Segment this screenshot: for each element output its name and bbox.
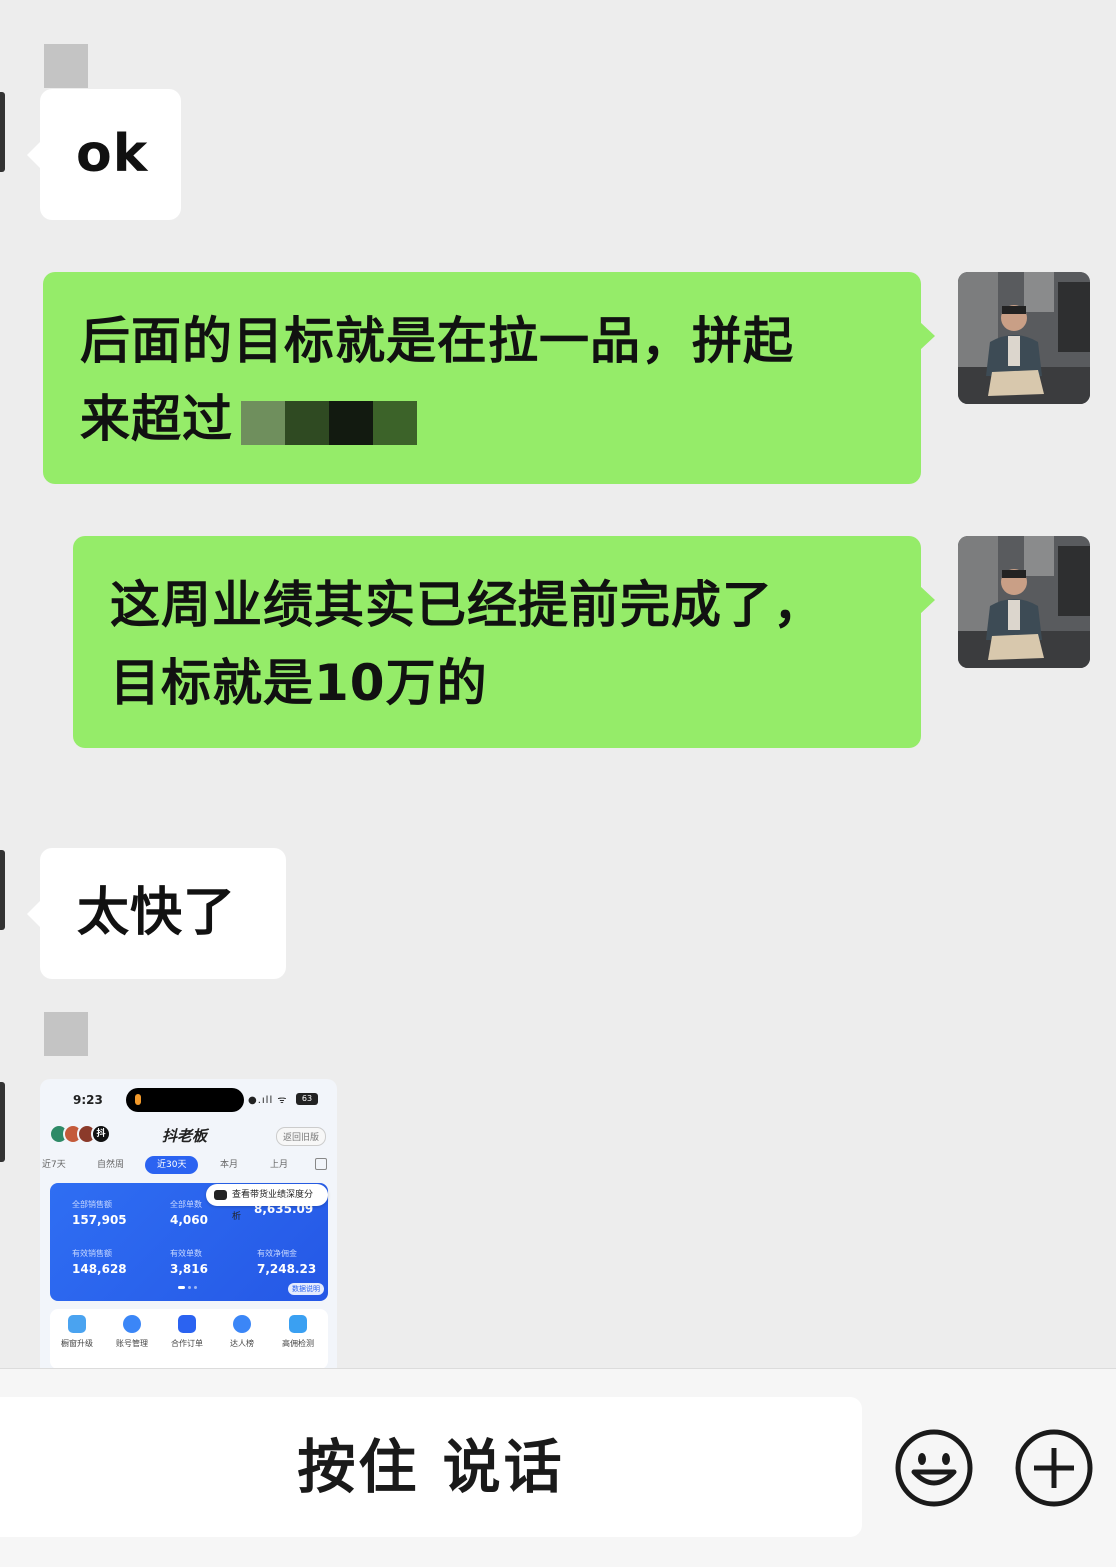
message-text: ok (76, 124, 149, 184)
sender-name-redacted (44, 1012, 88, 1056)
chat-area[interactable]: ok 后面的目标就是在拉一品，拼起 来超过 这周业绩其实已经提前完成了， 目标就… (0, 0, 1116, 1368)
action-cooperation-orders[interactable]: 合作订单 (161, 1315, 213, 1349)
message-bubble-outgoing[interactable]: 这周业绩其实已经提前完成了， 目标就是10万的 (73, 536, 935, 748)
page-indicator (178, 1274, 200, 1293)
message-text-line: 目标就是10万的 (110, 654, 488, 712)
status-time: 9:23 (73, 1093, 103, 1107)
quick-actions: 橱窗升级 账号管理 合作订单 达人榜 高佣检测 (50, 1309, 328, 1368)
tab-this-month[interactable]: 本月 (220, 1156, 238, 1174)
redacted-mosaic (241, 400, 417, 445)
sender-name-redacted (44, 44, 88, 88)
action-showcase-upgrade[interactable]: 橱窗升级 (51, 1315, 103, 1349)
message-text: 太快了 (77, 883, 237, 943)
metric-valid-commission: 有效净佣金 7,248.23 (257, 1248, 316, 1276)
sales-summary-card: 全部销售额 157,905 全部单数 4,060 8,635.09 有效销售额 … (50, 1183, 328, 1301)
analysis-tip[interactable]: 查看带货业绩深度分析 (206, 1184, 328, 1222)
app-header: 抖 抖老板 返回旧版 (40, 1121, 337, 1151)
metric-label: 全部单数 (170, 1200, 202, 1209)
metric-valid-sales: 有效销售额 148,628 (72, 1248, 127, 1276)
metric-value: 4,060 (170, 1213, 208, 1227)
shared-image-message[interactable]: 9:23 ●.ıll ᯤ 63 抖 抖老板 返回旧版 近7天 自然周 近30天 … (40, 1079, 337, 1368)
shield-check-icon (289, 1315, 307, 1333)
tab-last-month[interactable]: 上月 (270, 1156, 288, 1174)
dynamic-island (126, 1088, 244, 1112)
input-bar: 按住 说话 (0, 1368, 1116, 1567)
avatar[interactable] (958, 536, 1090, 668)
message-bubble-incoming[interactable]: ok (27, 89, 181, 220)
incoming-avatar-edge[interactable] (0, 850, 5, 930)
action-label: 达人榜 (230, 1339, 254, 1348)
data-note-button[interactable]: 数据说明 (288, 1283, 324, 1295)
metric-total-sales: 全部销售额 157,905 (72, 1199, 127, 1227)
douyin-logo-icon: 抖 (91, 1124, 111, 1144)
old-version-button[interactable]: 返回旧版 (276, 1127, 327, 1146)
metric-label: 有效净佣金 (257, 1249, 297, 1258)
showcase-icon (68, 1315, 86, 1333)
medal-icon (233, 1315, 251, 1333)
action-label: 账号管理 (116, 1339, 148, 1348)
metric-value: 148,628 (72, 1262, 127, 1276)
message-text-line: 这周业绩其实已经提前完成了， (110, 576, 824, 634)
message-text-line: 后面的目标就是在拉一品，拼起 (80, 312, 794, 370)
battery-icon: 63 (296, 1093, 318, 1105)
tab-last-30-days[interactable]: 近30天 (145, 1156, 199, 1174)
robot-icon (214, 1190, 227, 1200)
person-photo-icon (958, 272, 1090, 404)
microphone-icon (135, 1094, 141, 1105)
emoji-icon (895, 1429, 973, 1507)
signal-wifi-icon: ●.ıll ᯤ (248, 1095, 288, 1106)
metric-value: 157,905 (72, 1213, 127, 1227)
status-bar: 9:23 ●.ıll ᯤ 63 (40, 1079, 337, 1121)
avatar[interactable] (958, 272, 1090, 404)
calendar-icon[interactable] (315, 1158, 327, 1170)
app-title: 抖老板 (162, 1127, 208, 1145)
add-more-button[interactable] (1014, 1428, 1094, 1508)
action-label: 橱窗升级 (61, 1339, 93, 1348)
metric-total-orders: 全部单数 4,060 (170, 1199, 208, 1227)
metric-label: 全部销售额 (72, 1200, 112, 1209)
emoji-button[interactable] (894, 1428, 974, 1508)
incoming-avatar-edge[interactable] (0, 1082, 5, 1162)
user-icon (123, 1315, 141, 1333)
message-text-line-2: 来超过 (80, 390, 233, 448)
metric-valid-orders: 有效单数 3,816 (170, 1248, 208, 1276)
action-account-management[interactable]: 账号管理 (106, 1315, 158, 1349)
plus-icon (1015, 1429, 1093, 1507)
tab-last-7-days[interactable]: 近7天 (42, 1156, 66, 1174)
action-label: 高佣检测 (282, 1339, 314, 1348)
message-bubble-outgoing[interactable]: 后面的目标就是在拉一品，拼起 来超过 (43, 272, 935, 484)
person-photo-icon (958, 536, 1090, 668)
tab-natural-week[interactable]: 自然周 (97, 1156, 124, 1174)
action-high-commission-check[interactable]: 高佣检测 (272, 1315, 324, 1349)
metric-value: 7,248.23 (257, 1262, 317, 1276)
date-range-tabs: 近7天 自然周 近30天 本月 上月 (40, 1156, 337, 1176)
message-bubble-incoming[interactable]: 太快了 (27, 848, 286, 979)
order-icon (178, 1315, 196, 1333)
incoming-avatar-edge[interactable] (0, 92, 5, 172)
metric-label: 有效销售额 (72, 1249, 112, 1258)
message-text-line: 来超过 (80, 380, 921, 458)
action-influencer-ranking[interactable]: 达人榜 (216, 1315, 268, 1349)
action-label: 合作订单 (171, 1339, 203, 1348)
metric-label: 有效单数 (170, 1249, 202, 1258)
hold-to-talk-button[interactable]: 按住 说话 (0, 1397, 862, 1537)
